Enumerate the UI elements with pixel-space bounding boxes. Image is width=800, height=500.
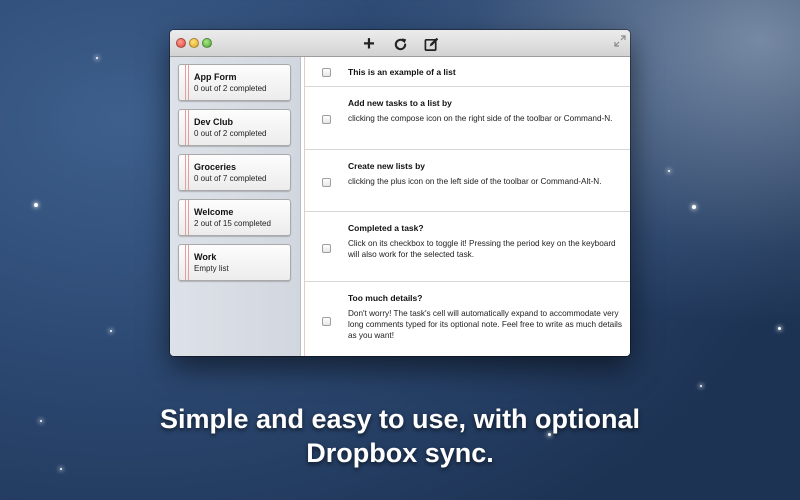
task-checkbox[interactable]: [322, 244, 331, 253]
list-card-groceries[interactable]: Groceries 0 out of 7 completed: [178, 154, 291, 191]
task-note: Don't worry! The task's cell will automa…: [348, 309, 622, 340]
close-window-button[interactable]: [176, 38, 186, 48]
list-status: 0 out of 2 completed: [194, 84, 267, 93]
list-card-welcome[interactable]: Welcome 2 out of 15 completed: [178, 199, 291, 236]
task-list: This is an example of a list Add new tas…: [301, 57, 630, 356]
list-name: App Form: [194, 72, 237, 82]
star: [110, 330, 112, 332]
compose-task-button[interactable]: [420, 34, 442, 54]
task-checkbox[interactable]: [322, 68, 331, 77]
task-checkbox[interactable]: [322, 317, 331, 326]
star: [692, 205, 696, 209]
list-status: 0 out of 2 completed: [194, 129, 267, 138]
task-note: Click on its checkbox to toggle it! Pres…: [348, 239, 616, 259]
star: [778, 327, 781, 330]
list-status: 0 out of 7 completed: [194, 174, 267, 183]
star: [96, 57, 98, 59]
compose-icon: [424, 37, 438, 51]
caption-line-2: Dropbox sync.: [306, 438, 494, 468]
list-name: Dev Club: [194, 117, 234, 127]
task-title: Add new tasks to a list by: [348, 98, 452, 108]
add-list-button[interactable]: +: [358, 34, 380, 54]
task-row[interactable]: Create new lists by clicking the plus ic…: [305, 150, 630, 212]
task-title: Too much details?: [348, 293, 423, 303]
task-checkbox[interactable]: [322, 115, 331, 124]
task-row[interactable]: Add new tasks to a list by clicking the …: [305, 87, 630, 150]
task-title: This is an example of a list: [348, 67, 456, 77]
list-status: 2 out of 15 completed: [194, 219, 271, 228]
task-row[interactable]: Completed a task? Click on its checkbox …: [305, 212, 630, 282]
list-name: Welcome: [194, 207, 234, 217]
toolbar: +: [170, 30, 630, 57]
task-title: Create new lists by: [348, 161, 426, 171]
task-checkbox[interactable]: [322, 178, 331, 187]
star: [668, 170, 670, 172]
marketing-caption: Simple and easy to use, with optional Dr…: [0, 402, 800, 470]
fullscreen-icon: [614, 35, 626, 47]
lists-sidebar: App Form 0 out of 2 completed Dev Club 0…: [170, 57, 301, 356]
task-row[interactable]: Too much details? Don't worry! The task'…: [305, 282, 630, 356]
list-card-app-form[interactable]: App Form 0 out of 2 completed: [178, 64, 291, 101]
task-row[interactable]: This is an example of a list: [305, 57, 630, 87]
list-card-dev-club[interactable]: Dev Club 0 out of 2 completed: [178, 109, 291, 146]
caption-line-1: Simple and easy to use, with optional: [159, 404, 641, 434]
list-name: Groceries: [194, 162, 237, 172]
star: [34, 203, 38, 207]
task-title: Completed a task?: [348, 223, 424, 233]
list-status: Empty list: [194, 264, 229, 273]
fullscreen-button[interactable]: [614, 34, 626, 47]
minimize-window-button[interactable]: [189, 38, 199, 48]
star: [700, 385, 702, 387]
list-name: Work: [194, 252, 217, 262]
refresh-icon: [394, 37, 406, 50]
zoom-window-button[interactable]: [202, 38, 212, 48]
app-window: + App Form 0 out of 2 completed Dev Club…: [170, 30, 630, 356]
plus-icon: +: [363, 33, 375, 55]
task-note: clicking the compose icon on the right s…: [348, 114, 613, 123]
list-card-work[interactable]: Work Empty list: [178, 244, 291, 281]
refresh-button[interactable]: [389, 34, 411, 54]
task-note: clicking the plus icon on the left side …: [348, 177, 602, 186]
